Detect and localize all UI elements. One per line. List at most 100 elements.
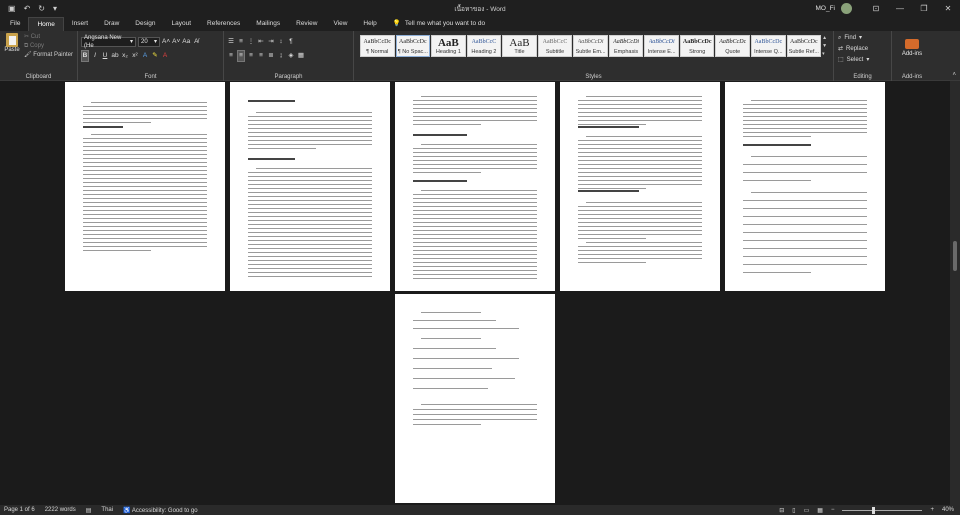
- justify-icon[interactable]: ≡: [257, 51, 265, 61]
- language-indicator[interactable]: Thai: [101, 507, 113, 513]
- increase-indent-icon[interactable]: ⇥: [267, 37, 275, 47]
- bullets-icon[interactable]: ☰: [227, 37, 235, 47]
- sort-icon[interactable]: ↕: [277, 37, 285, 47]
- chevron-down-icon[interactable]: ▼: [822, 43, 830, 49]
- read-mode-icon[interactable]: ▯: [792, 507, 795, 514]
- find-button[interactable]: ⌕ Find ▾: [838, 33, 888, 44]
- tab-insert[interactable]: Insert: [64, 17, 96, 31]
- collapse-ribbon-icon[interactable]: ˄: [952, 72, 956, 78]
- zoom-level[interactable]: 40%: [942, 507, 954, 513]
- line-spacing-icon[interactable]: ↨: [277, 51, 285, 61]
- document-page[interactable]: [560, 82, 720, 291]
- tell-me-box[interactable]: 💡 Tell me what you want to do: [385, 17, 493, 31]
- addins-button[interactable]: Add-ins: [895, 39, 929, 57]
- bold-icon[interactable]: B: [81, 49, 89, 62]
- style-no-spacing[interactable]: AaBbCcDc ¶ No Spac...: [395, 35, 431, 57]
- highlight-icon[interactable]: ✎: [151, 51, 159, 61]
- zoom-out-icon[interactable]: −: [831, 507, 835, 513]
- cut-button[interactable]: ✂ Cut: [24, 33, 73, 42]
- numbering-icon[interactable]: ≡: [237, 37, 245, 47]
- style-strong[interactable]: AaBbCcDc Strong: [679, 35, 715, 57]
- style-subtle-emphasis[interactable]: AaBbCcDi Subtle Em...: [573, 35, 608, 57]
- minimize-icon[interactable]: —: [888, 0, 912, 16]
- document-page[interactable]: [725, 82, 885, 291]
- ribbon-display-icon[interactable]: ⊡: [864, 0, 888, 16]
- document-page[interactable]: [65, 82, 225, 291]
- style-intense-quote[interactable]: AaBbCcDc Intense Q...: [751, 35, 786, 57]
- style-title[interactable]: AaB Title: [502, 35, 537, 57]
- underline-icon[interactable]: U: [101, 51, 109, 61]
- text-effects-icon[interactable]: A: [141, 51, 149, 61]
- style-intense-emphasis[interactable]: AaBbCcDi Intense E...: [644, 35, 679, 57]
- grow-font-icon[interactable]: A˄: [162, 37, 170, 47]
- styles-scroll[interactable]: ▲ ▼ ▾: [822, 35, 830, 57]
- strikethrough-icon[interactable]: ab: [111, 51, 119, 61]
- replace-button[interactable]: ⇄ Replace: [838, 44, 888, 55]
- tab-references[interactable]: References: [199, 17, 248, 31]
- font-size-select[interactable]: 20 ▾: [138, 36, 160, 47]
- accessibility-status[interactable]: ♿ Accessibility: Good to go: [123, 507, 198, 514]
- shrink-font-icon[interactable]: A˅: [172, 37, 180, 47]
- tab-file[interactable]: File: [2, 17, 28, 31]
- align-left-icon[interactable]: ≡: [227, 51, 235, 61]
- multilevel-list-icon[interactable]: ⋮: [247, 37, 255, 47]
- tab-review[interactable]: Review: [288, 17, 325, 31]
- user-name[interactable]: MO_Fi: [816, 5, 836, 12]
- tab-view[interactable]: View: [325, 17, 355, 31]
- zoom-in-icon[interactable]: +: [930, 507, 934, 513]
- change-case-icon[interactable]: Aa: [182, 37, 190, 47]
- tab-mailings[interactable]: Mailings: [248, 17, 288, 31]
- shading-icon[interactable]: ◈: [287, 51, 295, 61]
- undo-icon[interactable]: ↶: [24, 4, 31, 13]
- document-page[interactable]: [395, 82, 555, 291]
- decrease-indent-icon[interactable]: ⇤: [257, 37, 265, 47]
- more-styles-icon[interactable]: ▾: [822, 51, 830, 57]
- close-icon[interactable]: ✕: [936, 0, 960, 16]
- tab-design[interactable]: Design: [127, 17, 163, 31]
- word-count[interactable]: 2222 words: [45, 507, 76, 513]
- print-layout-icon[interactable]: ▭: [804, 507, 810, 514]
- style-heading-1[interactable]: AaB Heading 1: [431, 35, 466, 57]
- superscript-icon[interactable]: x²: [131, 51, 139, 61]
- tab-help[interactable]: Help: [355, 17, 384, 31]
- italic-icon[interactable]: I: [91, 51, 99, 61]
- document-page[interactable]: [230, 82, 390, 291]
- style-subtle-reference[interactable]: AaBbCcDc Subtle Ref...: [786, 35, 822, 57]
- tab-layout[interactable]: Layout: [164, 17, 200, 31]
- style-subtitle[interactable]: AaBbCcC Subtitle: [537, 35, 573, 57]
- tab-draw[interactable]: Draw: [96, 17, 127, 31]
- borders-icon[interactable]: ▦: [297, 51, 305, 61]
- chevron-up-icon[interactable]: ▲: [822, 35, 830, 41]
- redo-icon[interactable]: ↻: [38, 4, 45, 13]
- zoom-slider[interactable]: [842, 506, 923, 514]
- paste-button[interactable]: Paste: [3, 33, 21, 55]
- proofing-icon[interactable]: ▤: [86, 507, 92, 514]
- vertical-scrollbar[interactable]: [950, 81, 960, 505]
- web-layout-icon[interactable]: ▦: [817, 507, 823, 514]
- zoom-knob[interactable]: [872, 506, 876, 514]
- clear-formatting-icon[interactable]: A̸: [192, 37, 200, 47]
- font-color-icon[interactable]: A: [161, 51, 169, 61]
- style-heading-2[interactable]: AaBbCcC Heading 2: [466, 35, 502, 57]
- copy-button[interactable]: ⧉ Copy: [24, 42, 73, 51]
- page-count[interactable]: Page 1 of 6: [4, 507, 35, 513]
- select-button[interactable]: ⬚ Select ▾: [838, 55, 888, 66]
- format-painter-button[interactable]: 🖌 Format Painter: [24, 51, 73, 60]
- restore-icon[interactable]: ❐: [912, 0, 936, 16]
- scroll-thumb[interactable]: [953, 241, 957, 271]
- font-name-select[interactable]: Angsana New (He ▾: [81, 35, 136, 49]
- pilcrow-icon[interactable]: ¶: [287, 37, 295, 47]
- style-quote[interactable]: AaBbCcDc Quote: [715, 35, 751, 57]
- avatar[interactable]: [841, 2, 852, 14]
- subscript-icon[interactable]: x₂: [121, 51, 129, 61]
- focus-icon[interactable]: ⊟: [779, 507, 784, 514]
- style-emphasis[interactable]: AaBbCcDi Emphasis: [608, 35, 644, 57]
- document-page[interactable]: [395, 294, 555, 503]
- style-normal[interactable]: AaBbCcDc ¶ Normal: [360, 35, 395, 57]
- align-right-icon[interactable]: ≡: [247, 51, 255, 61]
- align-center-icon[interactable]: ≡: [237, 49, 245, 62]
- thai-distributed-icon[interactable]: ≣: [267, 51, 275, 61]
- save-icon[interactable]: ▣: [8, 4, 16, 13]
- tab-home[interactable]: Home: [28, 17, 64, 31]
- customize-qat-icon[interactable]: ▾: [53, 4, 57, 13]
